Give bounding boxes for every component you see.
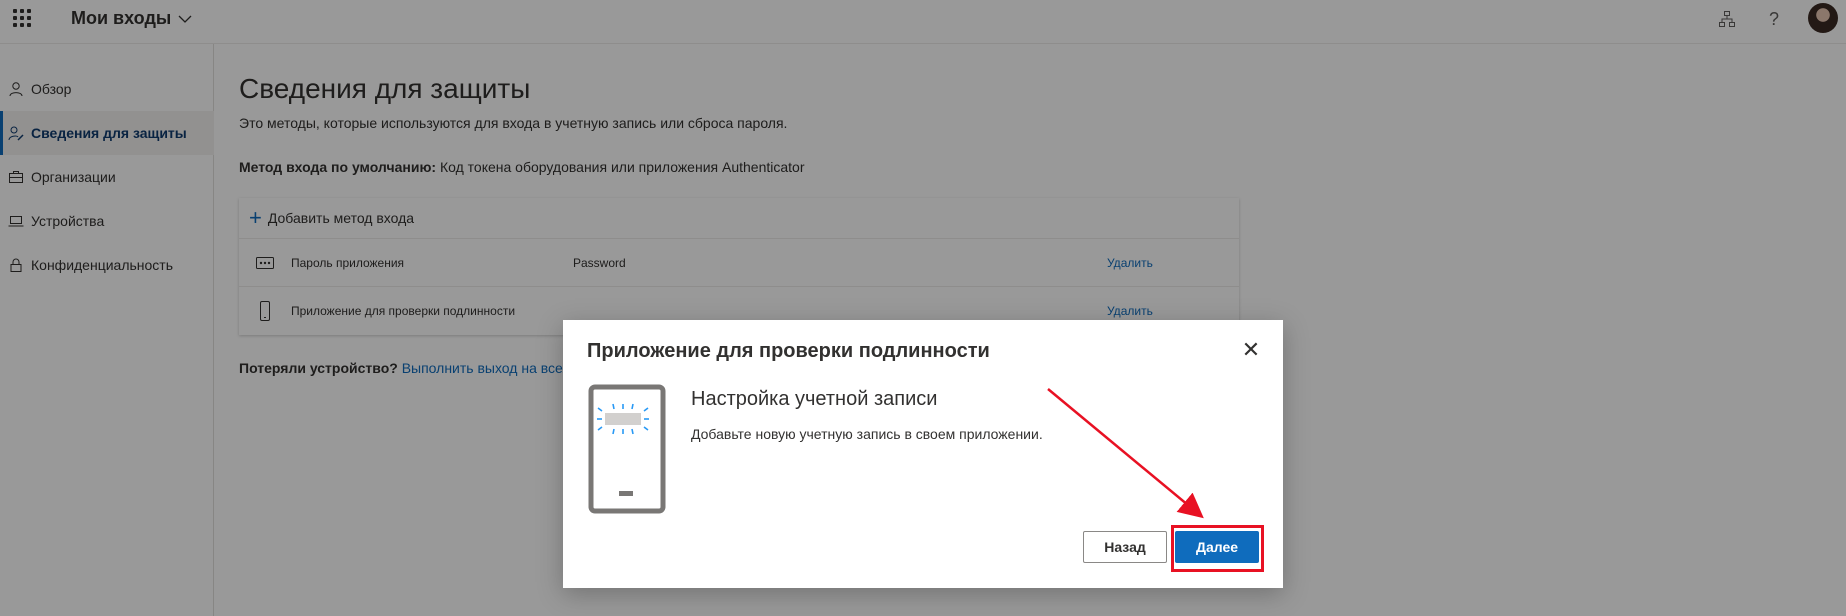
dialog-text: Добавьте новую учетную запись в своем пр… (691, 426, 1043, 442)
dialog-title: Приложение для проверки подлинности (587, 340, 990, 362)
phone-illustration-icon (588, 384, 666, 514)
next-button-highlight (1171, 525, 1264, 572)
back-button[interactable]: Назад (1083, 531, 1167, 563)
dialog-heading: Настройка учетной записи (691, 388, 938, 410)
close-icon[interactable]: ✕ (1239, 338, 1263, 362)
